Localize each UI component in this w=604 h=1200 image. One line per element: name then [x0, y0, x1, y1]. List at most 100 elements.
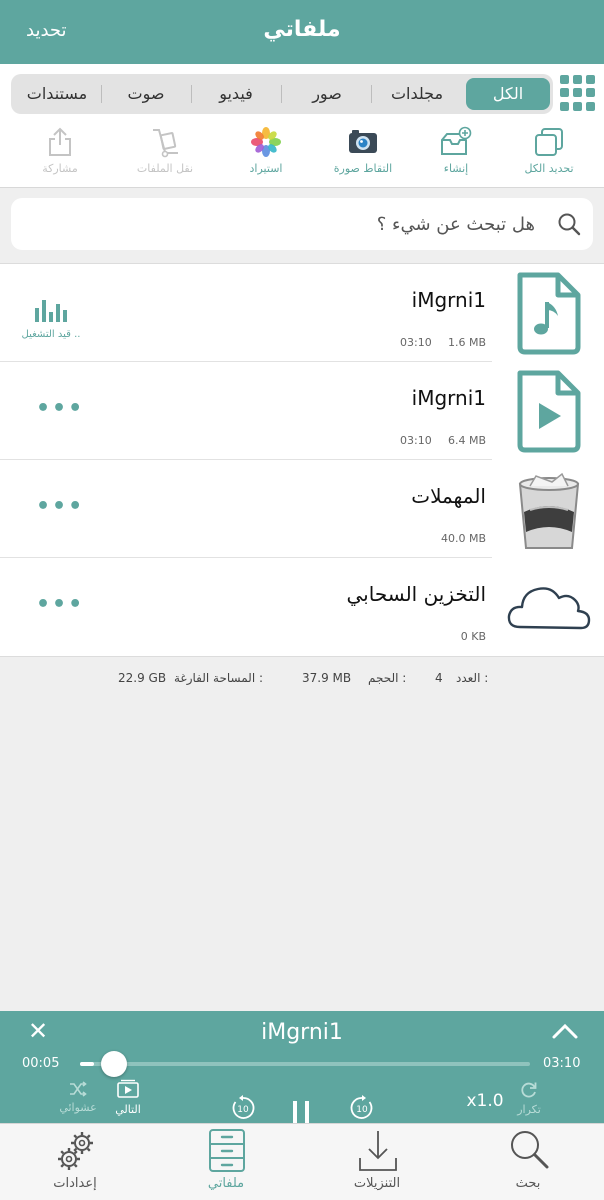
- camera-icon: [349, 130, 377, 153]
- shuffle-button[interactable]: عشوائي: [56, 1081, 100, 1114]
- progress-knob[interactable]: [101, 1051, 127, 1077]
- segment-photos[interactable]: صور: [284, 78, 370, 110]
- progress-fill: [80, 1062, 94, 1066]
- file-name: المهملات: [411, 484, 486, 508]
- now-playing-indicator: قيد التشغيل ..: [16, 300, 86, 340]
- shuffle-label: عشوائي: [59, 1101, 97, 1114]
- forward-10-button[interactable]: 10: [347, 1094, 377, 1126]
- create-button[interactable]: إنشاء: [416, 124, 496, 182]
- file-duration: 03:10: [400, 434, 432, 447]
- cloud-icon: [507, 587, 591, 630]
- create-folder-icon: [441, 126, 472, 155]
- share-button[interactable]: مشاركة: [20, 124, 100, 182]
- segment-divider: [101, 85, 102, 103]
- segment-folders[interactable]: مجلدات: [373, 78, 461, 110]
- move-files-icon: [153, 129, 178, 158]
- file-name: التخزين السحابي: [346, 582, 486, 606]
- file-row-cloud[interactable]: التخزين السحابي 0 KB •••: [0, 558, 604, 656]
- select-all-label: تحديد الكل: [524, 162, 574, 175]
- search-icon: [511, 1131, 549, 1169]
- more-options-button[interactable]: •••: [36, 592, 84, 617]
- create-label: إنشاء: [443, 162, 469, 175]
- progress-track[interactable]: [80, 1062, 530, 1066]
- free-space-label: المساحة الفارغة :: [174, 671, 264, 685]
- total-time: 03:10: [543, 1056, 581, 1071]
- download-icon: [359, 1131, 397, 1171]
- file-duration: 03:10: [400, 336, 432, 349]
- bottom-tab-bar: بحث التنزيلات ملفاتي إعدادات: [0, 1123, 604, 1200]
- expand-player-chevron-icon[interactable]: [551, 1019, 579, 1043]
- rewind-10-button[interactable]: 10: [228, 1094, 258, 1126]
- gears-icon: [58, 1132, 93, 1170]
- segment-divider: [371, 85, 372, 103]
- select-all-icon: [535, 128, 563, 156]
- repeat-icon: [521, 1082, 537, 1098]
- player-track-title: iMgrni1: [261, 1020, 343, 1045]
- file-type-segmented-control: الكل مجلدات صور فيديو صوت مستندات: [11, 74, 553, 114]
- take-photo-label: التقاط صورة: [333, 162, 393, 175]
- now-playing-label: قيد التشغيل ..: [21, 329, 81, 340]
- video-file-icon: [517, 370, 581, 453]
- tab-downloads[interactable]: التنزيلات: [317, 1124, 437, 1200]
- playback-speed: x1.0: [466, 1091, 504, 1111]
- search-input[interactable]: [25, 206, 535, 242]
- search-icon: [558, 213, 581, 236]
- forward-10-icon: 10: [350, 1095, 373, 1119]
- tab-settings[interactable]: إعدادات: [15, 1124, 135, 1200]
- file-size: 40.0 MB: [440, 532, 486, 545]
- segment-audio[interactable]: صوت: [103, 78, 189, 110]
- playback-speed-button[interactable]: x1.0: [462, 1091, 508, 1111]
- move-files-button[interactable]: نقل الملفات: [125, 124, 205, 182]
- segment-documents[interactable]: مستندات: [15, 78, 99, 110]
- repeat-button[interactable]: تكرار: [509, 1081, 549, 1116]
- rewind-seconds-label: 10: [237, 1105, 249, 1115]
- filter-and-actions-panel: الكل مجلدات صور فيديو صوت مستندات تحديد …: [0, 64, 604, 188]
- photos-icon: [251, 127, 281, 157]
- count-value: 4: [435, 671, 443, 685]
- share-label: مشاركة: [42, 162, 78, 175]
- file-row-audio[interactable]: iMgrni1 1.6 MB 03:10 قيد التشغيل ..: [0, 264, 604, 362]
- file-size: 6.4 MB: [447, 434, 486, 447]
- share-icon: [49, 127, 71, 156]
- equalizer-icon: [16, 300, 86, 322]
- next-label: التالي: [115, 1103, 141, 1116]
- elapsed-time: 00:05: [22, 1056, 60, 1071]
- import-label: استيراد: [249, 162, 283, 175]
- move-files-label: نقل الملفات: [136, 162, 194, 175]
- top-navigation-bar: تحديد ملفاتي: [0, 0, 604, 64]
- audio-file-icon: [517, 272, 581, 355]
- cabinet-icon: [209, 1129, 245, 1172]
- pause-icon: [293, 1101, 309, 1123]
- shuffle-icon: [70, 1081, 87, 1097]
- file-size: 0 KB: [460, 630, 486, 643]
- count-label: العدد :: [456, 671, 489, 685]
- grid-view-icon[interactable]: [560, 75, 596, 111]
- rewind-10-icon: 10: [232, 1095, 255, 1119]
- import-button[interactable]: استيراد: [226, 124, 306, 182]
- tab-my-files-label: ملفاتي: [207, 1176, 245, 1191]
- file-size: 1.6 MB: [447, 336, 486, 349]
- repeat-label: تكرار: [517, 1103, 541, 1116]
- tab-settings-label: إعدادات: [53, 1176, 97, 1191]
- next-button[interactable]: التالي: [106, 1079, 150, 1116]
- segment-all[interactable]: الكل: [466, 78, 550, 110]
- size-value: 37.9 MB: [302, 671, 352, 685]
- trash-icon: [518, 472, 580, 549]
- file-row-video[interactable]: iMgrni1 6.4 MB 03:10 •••: [0, 362, 604, 460]
- file-row-trash[interactable]: المهملات 40.0 MB •••: [0, 460, 604, 558]
- file-list: iMgrni1 1.6 MB 03:10 قيد التشغيل .. iMgr…: [0, 263, 604, 657]
- segment-divider: [191, 85, 192, 103]
- next-track-icon: [117, 1079, 139, 1098]
- select-all-button[interactable]: تحديد الكل: [509, 124, 589, 182]
- tab-downloads-label: التنزيلات: [353, 1176, 401, 1191]
- mini-player: ✕ iMgrni1 00:05 03:10 عشوائي التالي 10 1…: [0, 1011, 604, 1123]
- more-options-button[interactable]: •••: [36, 494, 84, 519]
- more-options-button[interactable]: •••: [36, 396, 84, 421]
- page-title: ملفاتي: [263, 17, 341, 42]
- file-name: iMgrni1: [411, 386, 486, 410]
- tab-my-files[interactable]: ملفاتي: [166, 1124, 286, 1200]
- segment-video[interactable]: فيديو: [193, 78, 279, 110]
- take-photo-button[interactable]: التقاط صورة: [323, 124, 403, 182]
- tab-search-label: بحث: [515, 1176, 541, 1191]
- tab-search[interactable]: بحث: [468, 1124, 588, 1200]
